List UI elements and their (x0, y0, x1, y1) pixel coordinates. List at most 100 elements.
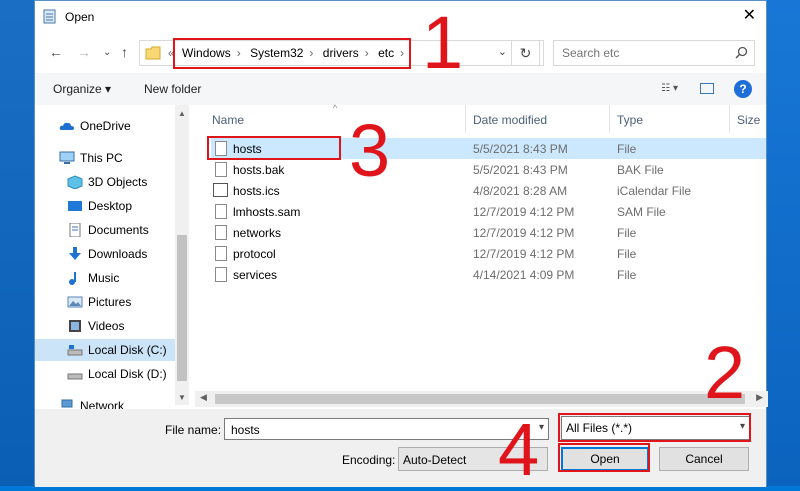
breadcrumb-windows[interactable]: Windows (182, 46, 231, 60)
dialog-footer: File name: ▾ All Files (*.*) ▾ Encoding:… (35, 409, 766, 487)
sidebar-item-videos[interactable]: Videos (35, 315, 175, 337)
videos-icon (69, 320, 81, 332)
scroll-down-icon[interactable]: ▼ (178, 393, 186, 402)
refresh-button[interactable]: ↻ (511, 40, 540, 66)
recent-chevron-icon[interactable]: ⌄ (103, 47, 111, 58)
chevron-right-icon: › (309, 46, 314, 60)
file-icon (215, 225, 227, 240)
encoding-select[interactable]: Auto-Detect (398, 447, 548, 471)
chevron-right-icon: › (364, 46, 369, 60)
new-folder-button[interactable]: New folder (144, 82, 201, 96)
file-name: hosts.bak (233, 163, 285, 177)
sidebar-item-local-disk-d[interactable]: Local Disk (D:) (35, 363, 175, 385)
breadcrumb-overflow[interactable]: « (168, 46, 175, 60)
sidebar-item-downloads[interactable]: Downloads (35, 243, 175, 265)
file-row[interactable]: lmhosts.sam 12/7/2019 4:12 PM SAM File (211, 201, 766, 222)
file-date: 4/8/2021 8:28 AM (473, 184, 568, 198)
address-dropdown-icon[interactable]: ⌄ (498, 45, 507, 58)
scroll-left-icon[interactable]: ◀ (200, 392, 207, 403)
search-box[interactable] (553, 40, 755, 66)
sidebar-item-3d-objects[interactable]: 3D Objects (35, 171, 175, 193)
sort-ascending-icon: ^ (333, 103, 338, 113)
computer-icon (59, 151, 75, 164)
file-list-horizontal-scrollbar[interactable]: ◀ ▶ (195, 391, 768, 407)
documents-icon (69, 223, 81, 237)
file-row[interactable]: networks 12/7/2019 4:12 PM File (211, 222, 766, 243)
file-icon (215, 246, 227, 261)
file-name-input[interactable] (229, 422, 523, 438)
sidebar-item-documents[interactable]: Documents (35, 219, 175, 241)
file-row[interactable]: hosts.ics 4/8/2021 8:28 AM iCalendar Fil… (211, 180, 766, 201)
file-name: lmhosts.sam (233, 205, 301, 219)
scrollbar-thumb[interactable] (177, 235, 187, 381)
file-type-value: All Files (*.*) (566, 421, 633, 435)
column-header-name[interactable]: Name (212, 113, 244, 127)
help-icon[interactable]: ? (734, 80, 752, 98)
forward-arrow-icon[interactable]: → (77, 44, 91, 60)
column-header-type[interactable]: Type (617, 113, 643, 127)
file-row[interactable]: services 4/14/2021 4:09 PM File (211, 264, 766, 285)
column-divider[interactable] (609, 105, 610, 133)
organize-menu[interactable]: Organize ▾ (53, 82, 111, 96)
scroll-up-icon[interactable]: ▲ (178, 109, 186, 118)
command-bar: Organize ▾ New folder ☷ ▾ ? (35, 73, 766, 105)
address-bar[interactable]: « Windows › System32 › drivers › etc › ⌄ (139, 40, 544, 66)
view-options-icon[interactable]: ☷ ▾ (661, 83, 678, 94)
encoding-label: Encoding: (342, 453, 396, 467)
sidebar-item-onedrive[interactable]: OneDrive (35, 115, 175, 137)
file-date: 5/5/2021 8:43 PM (473, 142, 568, 156)
sidebar-item-desktop[interactable]: Desktop (35, 195, 175, 217)
navigation-pane: OneDrive This PC 3D Objects Desktop Docu… (35, 105, 189, 409)
file-name-combobox[interactable]: ▾ (224, 418, 549, 440)
close-icon[interactable]: ✕ (743, 7, 756, 25)
search-icon[interactable] (735, 46, 748, 59)
search-input[interactable] (560, 45, 734, 61)
file-list: ^ Name Date modified Type Size hosts 5/5… (195, 103, 768, 405)
breadcrumb-etc[interactable]: etc (378, 46, 394, 60)
sidebar-item-local-disk-c[interactable]: Local Disk (C:) (35, 339, 175, 361)
folder-icon (145, 46, 161, 60)
sidebar-item-network[interactable]: Network (35, 395, 175, 409)
open-button[interactable]: Open (561, 447, 649, 471)
window-title: Open (65, 10, 95, 24)
back-arrow-icon[interactable]: ← (49, 44, 63, 60)
file-name: hosts.ics (233, 184, 280, 198)
file-type: SAM File (617, 205, 666, 219)
desktop-background-right (767, 0, 800, 486)
breadcrumb-system32[interactable]: System32 (250, 46, 303, 60)
file-icon (215, 267, 227, 282)
sidebar-item-music[interactable]: Music (35, 267, 175, 289)
navigation-scrollbar[interactable]: ▲ ▼ (175, 105, 189, 405)
column-header-date[interactable]: Date modified (473, 113, 547, 127)
column-divider[interactable] (465, 105, 466, 133)
encoding-value: Auto-Detect (403, 453, 467, 467)
cube-icon (67, 175, 83, 189)
file-row[interactable]: hosts.bak 5/5/2021 8:43 PM BAK File (211, 159, 766, 180)
refresh-icon: ↻ (519, 45, 532, 61)
cloud-icon (59, 122, 74, 130)
file-row[interactable]: hosts 5/5/2021 8:43 PM File (211, 138, 766, 159)
chevron-down-icon: ▾ (739, 421, 745, 432)
file-type: File (617, 268, 637, 282)
file-date: 5/5/2021 8:43 PM (473, 163, 568, 177)
scrollbar-thumb[interactable] (215, 394, 745, 404)
preview-pane-icon[interactable] (700, 83, 714, 94)
column-divider[interactable] (729, 105, 730, 133)
file-name-label: File name: (165, 423, 222, 437)
pictures-icon (67, 296, 83, 308)
notepad-icon (43, 9, 56, 24)
chevron-down-icon[interactable]: ▾ (539, 422, 544, 433)
breadcrumb-drivers[interactable]: drivers (323, 46, 359, 60)
cancel-button[interactable]: Cancel (659, 447, 749, 471)
sidebar-item-pictures[interactable]: Pictures (35, 291, 175, 313)
file-type: File (617, 142, 637, 156)
up-arrow-icon[interactable]: ↑ (121, 44, 128, 60)
column-header-size[interactable]: Size (737, 113, 760, 127)
file-name: hosts (233, 142, 262, 156)
scroll-right-icon[interactable]: ▶ (756, 392, 763, 403)
calendar-icon (213, 183, 228, 197)
sidebar-item-this-pc[interactable]: This PC (35, 147, 175, 169)
file-row[interactable]: protocol 12/7/2019 4:12 PM File (211, 243, 766, 264)
file-type: iCalendar File (617, 184, 692, 198)
file-type-select[interactable]: All Files (*.*) ▾ (561, 416, 751, 440)
